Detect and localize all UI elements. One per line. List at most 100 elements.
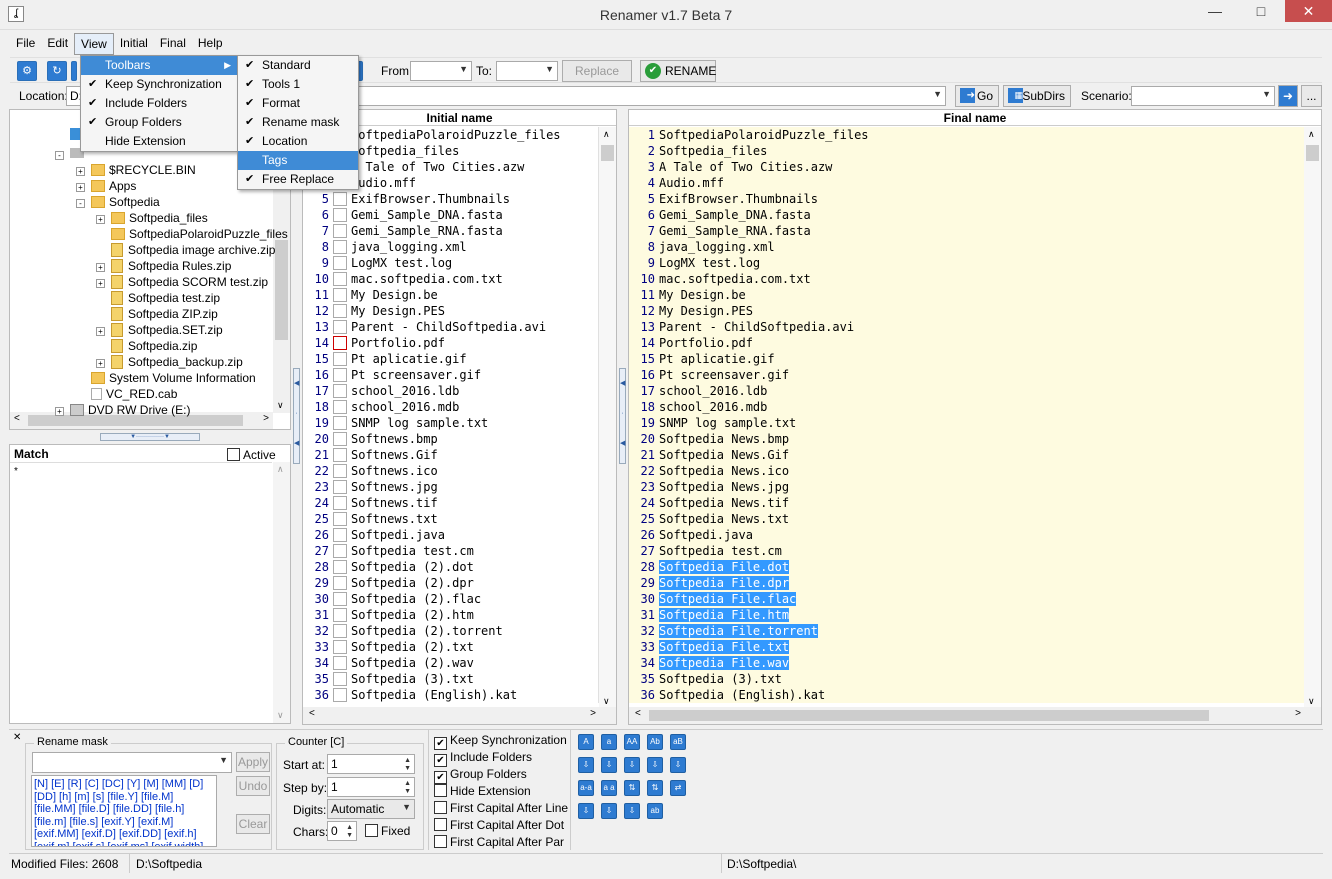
- expand-icon[interactable]: +: [96, 279, 105, 288]
- format-button[interactable]: ⇄: [670, 780, 686, 796]
- initial-vscroll[interactable]: ∧ ∨: [599, 127, 616, 709]
- table-row[interactable]: 19 SNMP log sample.txt: [303, 415, 599, 431]
- table-row[interactable]: 36 Softpedia (English).kat: [303, 687, 599, 703]
- format-button[interactable]: A: [578, 734, 594, 750]
- table-row[interactable]: 23 Softnews.jpg: [303, 479, 599, 495]
- format-button[interactable]: ⇩: [624, 757, 640, 773]
- menu-initial[interactable]: Initial: [114, 33, 154, 55]
- table-row[interactable]: 35 Softpedia (3).txt: [629, 671, 1304, 687]
- table-row[interactable]: 6 Gemi_Sample_DNA.fasta: [303, 207, 599, 223]
- table-row[interactable]: 13 Parent - ChildSoftpedia.avi: [303, 319, 599, 335]
- table-row[interactable]: 32 Softpedia (2).torrent: [303, 623, 599, 639]
- step-by-spinner[interactable]: 1 ▲ ▼: [327, 777, 415, 797]
- expand-icon[interactable]: +: [76, 183, 85, 192]
- initial-hscroll[interactable]: < >: [303, 707, 616, 724]
- format-button[interactable]: ⇩: [670, 757, 686, 773]
- tree-node[interactable]: Softpedia.zip: [96, 338, 197, 354]
- chars-spinner[interactable]: 0 ▲ ▼: [327, 821, 357, 841]
- apply-button[interactable]: Apply: [236, 752, 270, 772]
- table-row[interactable]: 26 Softpedi.java: [303, 527, 599, 543]
- rename-button[interactable]: ✔ RENAME: [640, 60, 716, 82]
- table-row[interactable]: 31 Softpedia File.htm: [629, 607, 1304, 623]
- table-row[interactable]: 18 school_2016.mdb: [303, 399, 599, 415]
- format-button[interactable]: ⇩: [578, 757, 594, 773]
- menu-item-keep-synchronization[interactable]: ✔ Keep Synchronization: [81, 75, 237, 94]
- subdirs-button[interactable]: ▦ SubDirs: [1003, 85, 1071, 107]
- tree-node[interactable]: + Softpedia.SET.zip: [96, 322, 223, 338]
- menu-item-standard[interactable]: ✔ Standard: [238, 56, 358, 75]
- menu-item-tools-1[interactable]: ✔ Tools 1: [238, 75, 358, 94]
- final-name-grid[interactable]: Final name ∧ ∨ < > 1 SoftpediaPolaroidPuz…: [628, 109, 1322, 725]
- scenario-more-button[interactable]: ...: [1301, 85, 1322, 107]
- mask-tokens[interactable]: [N] [E] [R] [C] [DC] [Y] [M] [MM] [D] [D…: [31, 775, 217, 847]
- format-button[interactable]: ⇩: [624, 803, 640, 819]
- table-row[interactable]: 2 Softpedia_files: [629, 143, 1304, 159]
- table-row[interactable]: 4 Audio.mff: [629, 175, 1304, 191]
- menu-item-toolbars[interactable]: Toolbars ▶: [81, 56, 237, 75]
- match-vscroll[interactable]: ∧ ∨: [273, 462, 290, 723]
- table-row[interactable]: 30 Softpedia File.flac: [629, 591, 1304, 607]
- rename-mask-input[interactable]: ▼: [32, 752, 232, 773]
- table-row[interactable]: 27 Softpedia test.cm: [629, 543, 1304, 559]
- table-row[interactable]: 11 My Design.be: [629, 287, 1304, 303]
- table-row[interactable]: 26 Softpedi.java: [629, 527, 1304, 543]
- scenario-go-button[interactable]: ➜: [1278, 85, 1298, 107]
- menu-item-group-folders[interactable]: ✔ Group Folders: [81, 113, 237, 132]
- option-checkbox[interactable]: ✔ Include Folders: [434, 750, 532, 767]
- table-row[interactable]: 14 Portfolio.pdf: [629, 335, 1304, 351]
- format-button[interactable]: a-a: [578, 780, 594, 796]
- menu-item-rename-mask[interactable]: ✔ Rename mask: [238, 113, 358, 132]
- table-row[interactable]: 16 Pt screensaver.gif: [303, 367, 599, 383]
- format-button[interactable]: a: [601, 734, 617, 750]
- chevron-down-icon[interactable]: ∨: [277, 400, 284, 411]
- menu-item-format[interactable]: ✔ Format: [238, 94, 358, 113]
- menu-file[interactable]: File: [10, 33, 41, 55]
- format-button[interactable]: AA: [624, 734, 640, 750]
- tree-node[interactable]: SoftpediaPolaroidPuzzle_files: [96, 226, 288, 242]
- format-button[interactable]: ⇩: [601, 803, 617, 819]
- format-button[interactable]: Ab: [647, 734, 663, 750]
- table-row[interactable]: 25 Softnews.txt: [303, 511, 599, 527]
- tree-node[interactable]: System Volume Information: [76, 370, 256, 386]
- tree-node[interactable]: + Softpedia_backup.zip: [96, 354, 243, 370]
- menu-view[interactable]: View: [74, 33, 114, 55]
- match-content[interactable]: *: [10, 462, 272, 723]
- table-row[interactable]: 20 Softpedia News.bmp: [629, 431, 1304, 447]
- undo-button[interactable]: Undo: [236, 776, 270, 796]
- fixed-checkbox[interactable]: Fixed: [365, 824, 410, 838]
- format-button[interactable]: a a: [601, 780, 617, 796]
- digits-combo[interactable]: Automatic ▼: [327, 799, 415, 819]
- menu-item-free-replace[interactable]: ✔ Free Replace: [238, 170, 358, 189]
- scenario-combo[interactable]: ▼: [1131, 86, 1275, 106]
- chevron-right-icon[interactable]: >: [263, 413, 269, 424]
- tree-node[interactable]: Softpedia ZIP.zip: [96, 306, 218, 322]
- expand-icon[interactable]: +: [55, 407, 64, 416]
- option-checkbox[interactable]: Hide Extension: [434, 784, 531, 798]
- final-vscroll[interactable]: ∧ ∨: [1304, 127, 1321, 709]
- table-row[interactable]: 34 Softpedia (2).wav: [303, 655, 599, 671]
- table-row[interactable]: 17 school_2016.ldb: [629, 383, 1304, 399]
- final-name-header[interactable]: Final name: [629, 110, 1321, 126]
- table-row[interactable]: 22 Softpedia News.ico: [629, 463, 1304, 479]
- table-row[interactable]: 16 Pt screensaver.gif: [629, 367, 1304, 383]
- option-checkbox[interactable]: ✔ Keep Synchronization: [434, 733, 567, 750]
- option-checkbox[interactable]: ✔ Group Folders: [434, 767, 527, 784]
- table-row[interactable]: 5 ExifBrowser.Thumbnails: [303, 191, 599, 207]
- collapse-icon[interactable]: -: [55, 151, 64, 160]
- table-row[interactable]: 8 java_logging.xml: [629, 239, 1304, 255]
- tree-node[interactable]: Softpedia test.zip: [96, 290, 220, 306]
- table-row[interactable]: 12 My Design.PES: [629, 303, 1304, 319]
- final-hscroll[interactable]: < >: [629, 707, 1321, 724]
- table-row[interactable]: 22 Softnews.ico: [303, 463, 599, 479]
- splitter-handle[interactable]: ▼··············▼: [100, 433, 200, 441]
- table-row[interactable]: 6 Gemi_Sample_DNA.fasta: [629, 207, 1304, 223]
- table-row[interactable]: 36 Softpedia (English).kat: [629, 687, 1304, 703]
- table-row[interactable]: 5 ExifBrowser.Thumbnails: [629, 191, 1304, 207]
- start-at-spinner[interactable]: 1 ▲ ▼: [327, 754, 415, 774]
- table-row[interactable]: 10 mac.softpedia.com.txt: [629, 271, 1304, 287]
- menu-final[interactable]: Final: [154, 33, 192, 55]
- table-row[interactable]: 9 LogMX test.log: [629, 255, 1304, 271]
- expand-icon[interactable]: +: [96, 359, 105, 368]
- active-checkbox[interactable]: Active: [227, 448, 276, 462]
- format-button[interactable]: ⇩: [601, 757, 617, 773]
